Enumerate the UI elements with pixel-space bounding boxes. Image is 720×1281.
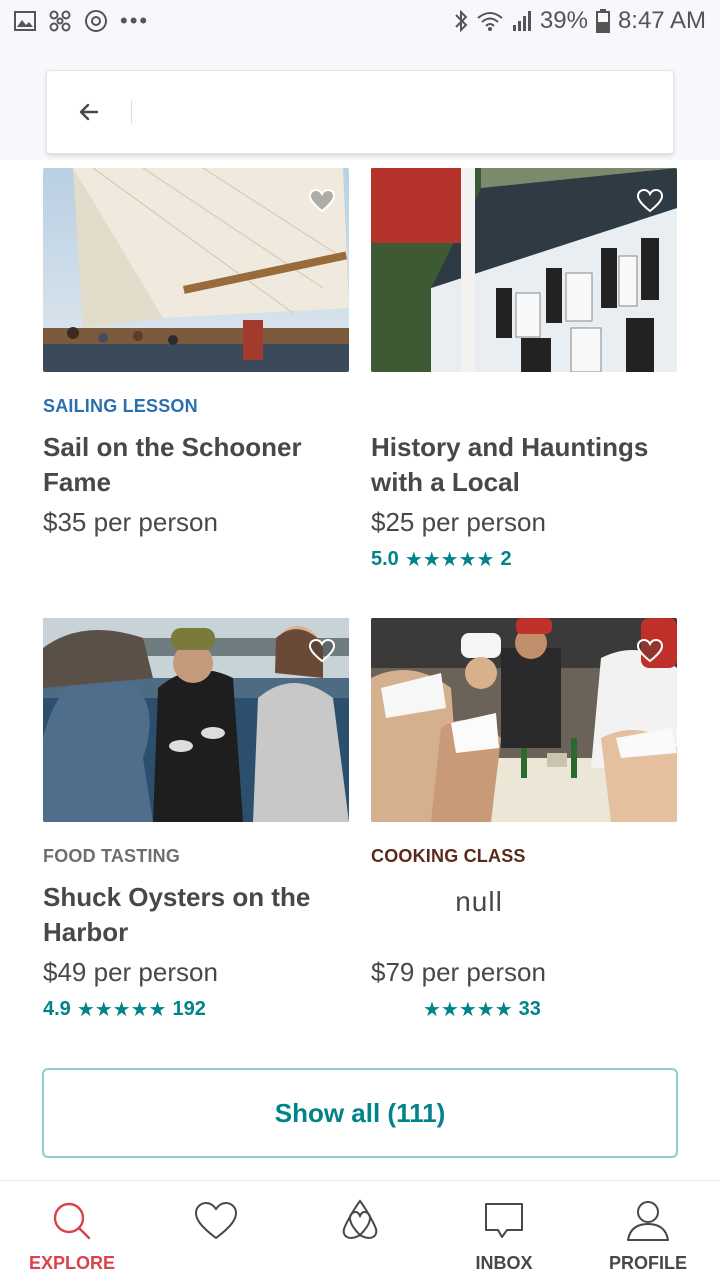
tab-label: INBOX: [475, 1253, 533, 1273]
tab-saved[interactable]: [144, 1181, 288, 1281]
more-notifications-icon: •••: [120, 8, 150, 33]
experience-card[interactable]: COOKING CLASS null $79 per person ★★★★★ …: [371, 618, 677, 1022]
arrow-left-icon: [79, 103, 99, 121]
experience-card[interactable]: FOOD TASTING Shuck Oysters on the Harbor…: [43, 618, 349, 1022]
experience-price: $25 per person: [371, 507, 546, 537]
experience-price: $35 per person: [43, 507, 218, 537]
show-all-button[interactable]: Show all (111): [42, 1068, 678, 1158]
rating-row: 4.9 ★★★★★ 192: [43, 996, 349, 1022]
rating-value: 5.0: [371, 547, 399, 570]
chat-icon: [483, 1199, 525, 1243]
search-cursor: [131, 100, 132, 124]
bottom-navigation: EXPLORE INBOX PROFILE: [0, 1180, 720, 1280]
category-label: SAILING LESSON: [43, 396, 198, 416]
review-count: 192: [172, 997, 206, 1020]
experience-photo: [371, 618, 677, 822]
status-bar: ••• 39% 8:47 AM: [0, 0, 720, 42]
experience-price: $79 per person: [371, 957, 546, 987]
save-button[interactable]: [635, 636, 665, 666]
tab-profile[interactable]: PROFILE: [576, 1181, 720, 1281]
signal-icon: [512, 10, 532, 32]
experience-title: Shuck Oysters on the Harbor: [43, 882, 311, 947]
wifi-icon: [476, 10, 504, 32]
stars-icon: ★★★★★: [76, 998, 167, 1021]
review-count: 2: [500, 547, 512, 570]
experience-photo: [43, 168, 349, 372]
category-label: [371, 396, 677, 418]
stars-icon: ★★★★★: [404, 548, 495, 571]
bluetooth-icon: [454, 9, 468, 33]
status-right: 39% 8:47 AM: [454, 7, 706, 35]
experience-card[interactable]: History and Hauntings with a Local $25 p…: [371, 168, 677, 572]
heart-icon: [637, 639, 663, 663]
search-bar[interactable]: [46, 70, 674, 154]
battery-percent: 39%: [539, 7, 588, 34]
sync-icon: [84, 9, 108, 33]
clock: 8:47 AM: [617, 7, 706, 34]
category-label: FOOD TASTING: [43, 846, 181, 866]
experience-title: null: [455, 886, 503, 917]
battery-icon: [595, 9, 610, 33]
experience-card[interactable]: SAILING LESSON Sail on the Schooner Fame…: [43, 168, 349, 538]
review-count: 33: [518, 997, 541, 1020]
save-button[interactable]: [307, 186, 337, 216]
heart-icon: [309, 189, 335, 213]
experience-title: History and Hauntings with a Local: [371, 432, 649, 497]
airbnb-logo-icon: [340, 1199, 380, 1243]
heart-icon: [309, 639, 335, 663]
stars-icon: ★★★★★: [423, 998, 513, 1021]
person-icon: [626, 1199, 670, 1243]
tab-inbox[interactable]: INBOX: [432, 1181, 576, 1281]
experience-photo: [43, 618, 349, 822]
save-button[interactable]: [635, 186, 665, 216]
rating-value: 4.9: [43, 997, 71, 1020]
experience-price: $49 per person: [43, 957, 218, 987]
save-button[interactable]: [307, 636, 337, 666]
tab-trips[interactable]: [288, 1181, 432, 1281]
category-label: COOKING CLASS: [371, 846, 526, 866]
status-left: •••: [14, 8, 149, 34]
rating-row: ★★★★★ 33: [371, 996, 677, 1022]
search-icon: [52, 1199, 92, 1243]
heart-icon: [637, 189, 663, 213]
heart-icon: [194, 1199, 238, 1243]
tab-label: PROFILE: [608, 1253, 687, 1273]
gallery-icon: [14, 11, 36, 31]
back-button[interactable]: [47, 70, 131, 154]
experience-title: Sail on the Schooner Fame: [43, 432, 302, 497]
tab-label: EXPLORE: [28, 1253, 116, 1273]
rating-row: 5.0 ★★★★★ 2: [371, 546, 677, 572]
experience-photo: [371, 168, 677, 372]
fan-icon: [48, 9, 72, 33]
tab-explore[interactable]: EXPLORE: [0, 1181, 144, 1281]
